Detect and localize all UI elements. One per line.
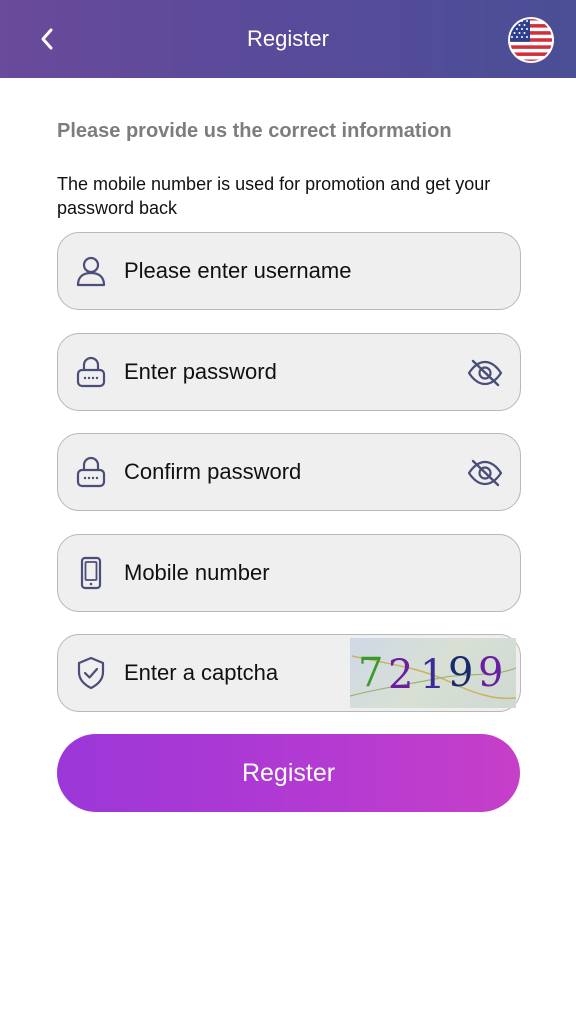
confirm-password-field[interactable] <box>57 433 521 511</box>
username-field[interactable] <box>57 232 521 310</box>
app-header: Register <box>0 0 576 78</box>
us-flag-icon <box>508 17 554 63</box>
mobile-field[interactable] <box>57 534 521 612</box>
lock-icon <box>73 454 109 490</box>
phone-icon <box>73 555 109 591</box>
captcha-field[interactable]: 7 2 1 9 9 <box>57 634 521 712</box>
password-field[interactable] <box>57 333 521 411</box>
password-input[interactable] <box>124 359 444 385</box>
svg-text:2: 2 <box>388 652 413 698</box>
svg-text:7: 7 <box>358 650 383 696</box>
svg-text:1: 1 <box>420 652 445 698</box>
section-heading: Please provide us the correct informatio… <box>57 120 452 142</box>
eye-off-icon <box>467 359 503 387</box>
page-title: Register <box>247 26 329 51</box>
eye-off-icon <box>467 459 503 487</box>
section-description: The mobile number is used for promotion … <box>57 174 491 218</box>
shield-check-icon <box>73 655 109 691</box>
svg-text:9: 9 <box>448 650 473 696</box>
user-icon <box>73 253 109 289</box>
confirm-password-input[interactable] <box>124 459 444 485</box>
mobile-input[interactable] <box>124 560 444 586</box>
captcha-input[interactable] <box>124 660 324 686</box>
register-button[interactable]: Register <box>57 734 520 812</box>
captcha-image[interactable]: 7 2 1 9 9 <box>350 638 516 708</box>
svg-text:9: 9 <box>478 650 503 696</box>
language-selector[interactable] <box>508 17 554 63</box>
password-visibility-toggle[interactable] <box>466 355 504 391</box>
confirm-password-visibility-toggle[interactable] <box>466 455 504 491</box>
lock-icon <box>73 354 109 390</box>
username-input[interactable] <box>124 258 444 284</box>
